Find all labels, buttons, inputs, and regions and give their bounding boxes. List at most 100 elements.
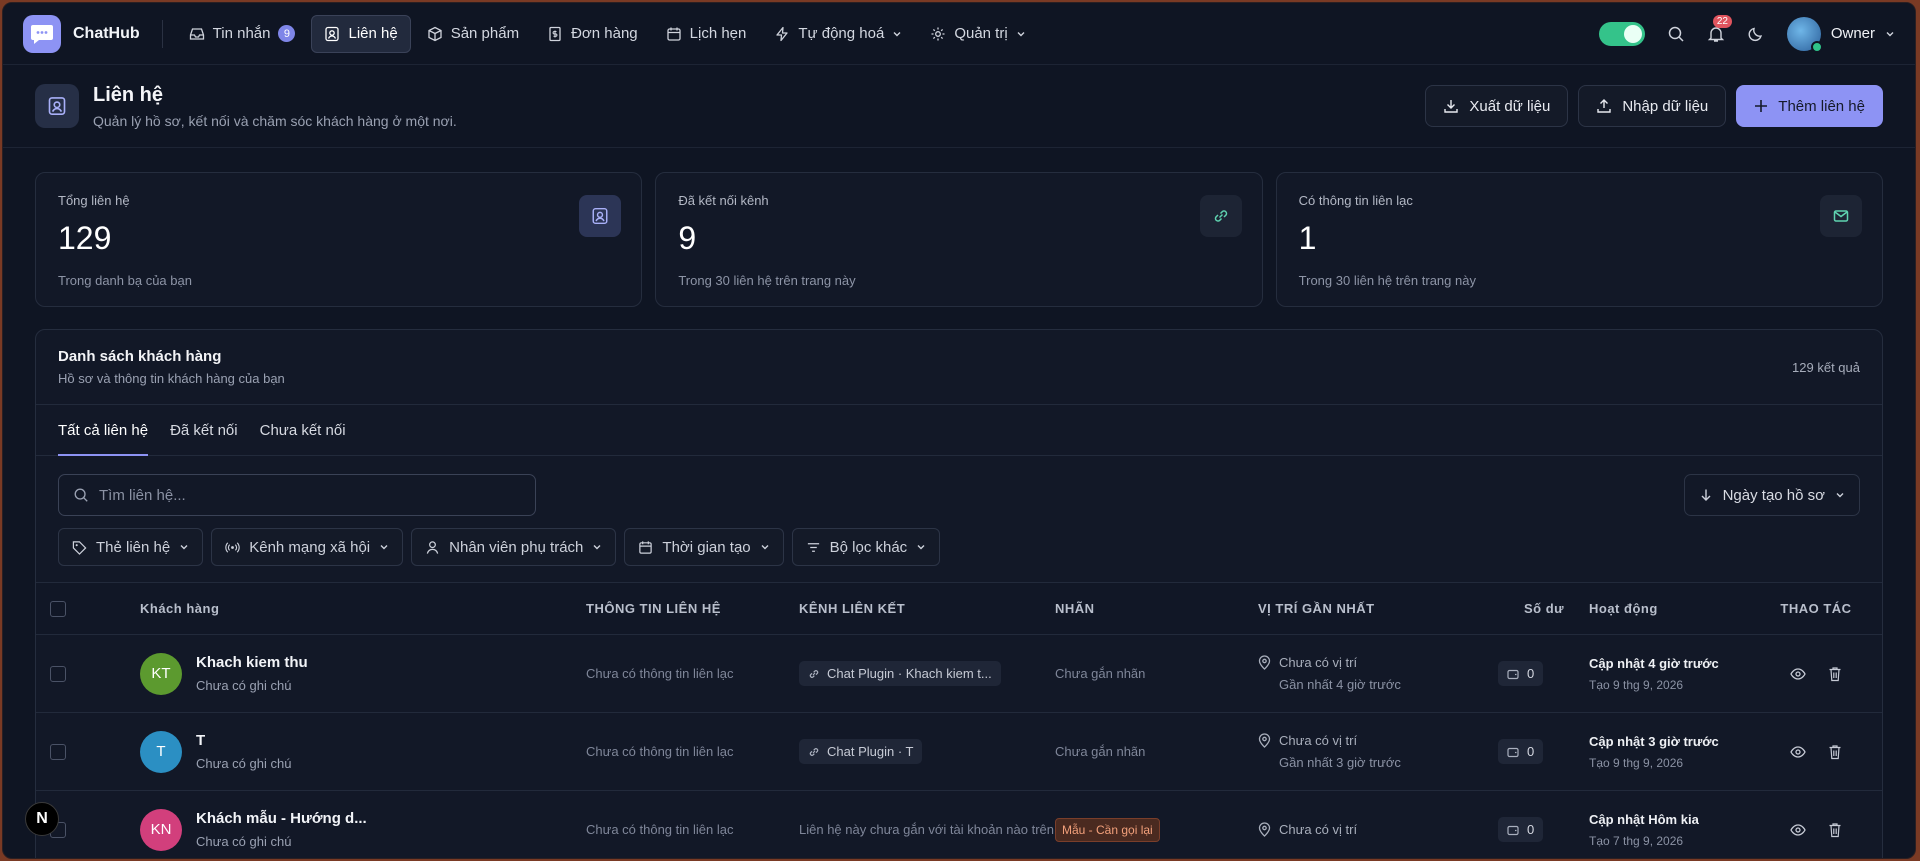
eye-icon[interactable] (1790, 744, 1806, 760)
activity-created: Tạo 9 thg 9, 2026 (1589, 677, 1684, 692)
chevron-down-icon (593, 545, 601, 550)
nav-admin-label: Quản trị (954, 25, 1008, 42)
search-icon[interactable] (1667, 25, 1685, 43)
stat-label: Đã kết nối kênh (678, 193, 769, 208)
filter-contact-tags[interactable]: Thẻ liên hệ (58, 528, 204, 566)
filter-assigned-staff[interactable]: Nhân viên phụ trách (411, 528, 617, 566)
column-header-tag: NHÃN (1055, 601, 1095, 616)
contact-icon (592, 207, 608, 225)
chevron-down-icon (917, 545, 925, 550)
location-text: Chưa có vị trí (1279, 822, 1358, 837)
table-row[interactable]: KT Khach kiem thu Chưa có ghi chú Chưa c… (36, 635, 1882, 713)
stat-note: Trong 30 liên hệ trên trang này (1298, 273, 1476, 288)
filter-label: Thời gian tạo (662, 538, 751, 556)
stat-label: Tổng liên hệ (58, 193, 130, 208)
tab-not-connected[interactable]: Chưa kết nối (260, 405, 346, 455)
import-button[interactable]: Nhập dữ liệu (1578, 85, 1727, 127)
filter-social-channel[interactable]: Kênh mạng xã hội (211, 528, 404, 566)
stat-note: Trong danh bạ của bạn (58, 273, 192, 288)
list-toolbar: Ngày tạo hồ sơ Thẻ liên hệ Kênh mạng xã … (36, 456, 1882, 566)
nav-automation[interactable]: Tự động hoá (762, 15, 914, 53)
column-header-customer[interactable]: Khách hàng (106, 601, 586, 616)
filter-created-time[interactable]: Thời gian tạo (624, 528, 784, 566)
moon-icon[interactable] (1747, 25, 1765, 43)
status-toggle[interactable] (1598, 21, 1645, 46)
select-all-checkbox[interactable] (50, 600, 66, 617)
balance-value: 0 (1527, 744, 1535, 759)
export-button[interactable]: Xuất dữ liệu (1425, 85, 1569, 127)
nav-admin[interactable]: Quản trị (918, 15, 1037, 53)
trash-icon[interactable] (1828, 744, 1842, 760)
calendar-icon (667, 27, 681, 41)
channel-label: Chat Plugin · T (827, 744, 914, 759)
stat-contact-info: Có thông tin liên lạc 1 Trong 30 liên hệ… (1275, 172, 1883, 307)
notifications-button[interactable]: 22 (1707, 14, 1732, 43)
status-badge[interactable]: Mẫu - Cần gọi lại (1055, 817, 1160, 842)
stat-value: 1 (1298, 220, 1317, 256)
channel-unlinked-text: Liên hệ này chưa gắn với tài khoản nào t… (799, 822, 1055, 837)
filter-more[interactable]: Bộ lọc khác (791, 528, 941, 566)
nav-contacts-label: Liên hệ (348, 25, 398, 42)
eye-icon[interactable] (1790, 666, 1806, 682)
column-header-actions: THAO TÁC (1780, 601, 1852, 616)
location-text: Chưa có vị trí (1279, 733, 1358, 748)
page-header: Liên hệ Quản lý hồ sơ, kết nối và chăm s… (3, 65, 1915, 148)
top-navigation: ChatHub Tin nhắn 9 Liên hệ Sản phẩm Đơn … (3, 3, 1915, 65)
map-pin-icon (1258, 822, 1271, 837)
channel-chip[interactable]: Chat Plugin · T (799, 739, 923, 764)
tab-all-contacts[interactable]: Tất cả liên hệ (58, 405, 149, 456)
nav-automation-label: Tự động hoá (798, 25, 885, 42)
customer-name[interactable]: Khach kiem thu (196, 654, 308, 671)
import-label: Nhập dữ liệu (1622, 97, 1709, 115)
channel-chip[interactable]: Chat Plugin · Khach kiem t... (799, 661, 1001, 686)
column-header-channel: KÊNH LIÊN KẾT (799, 601, 906, 616)
contact-icon (325, 26, 340, 41)
page-subtitle: Quản lý hồ sơ, kết nối và chăm sóc khách… (93, 112, 457, 129)
upload-icon (1597, 99, 1612, 113)
nav-appointments[interactable]: Lịch hẹn (654, 15, 759, 53)
gear-icon (931, 27, 945, 40)
location-time: Gần nhất 4 giờ trước (1279, 677, 1401, 692)
chathub-logo[interactable] (23, 14, 61, 53)
trash-icon[interactable] (1828, 666, 1842, 682)
trash-icon[interactable] (1828, 822, 1842, 838)
row-checkbox[interactable] (50, 665, 66, 682)
customer-name[interactable]: T (196, 732, 291, 749)
chat-bubble-icon (31, 24, 53, 44)
nav-products[interactable]: Sản phẩm (415, 15, 531, 53)
sort-label: Ngày tạo hồ sơ (1722, 486, 1825, 504)
nav-messages[interactable]: Tin nhắn 9 (177, 15, 308, 53)
tab-connected[interactable]: Đã kết nối (170, 405, 238, 455)
link-icon (809, 669, 819, 678)
chevron-down-icon (1886, 31, 1894, 36)
sort-dropdown[interactable]: Ngày tạo hồ sơ (1683, 474, 1860, 516)
customer-list-card: Danh sách khách hàng Hồ sơ và thông tin … (35, 329, 1883, 858)
activity-updated: Cập nhật 4 giờ trước (1589, 655, 1719, 671)
customer-name[interactable]: Khách mẫu - Hướng d... (196, 810, 367, 827)
dev-tools-button[interactable]: N (25, 802, 59, 836)
user-menu[interactable]: Owner (1786, 16, 1895, 53)
stat-value: 129 (58, 220, 112, 256)
card-title: Danh sách khách hàng (58, 348, 222, 365)
filter-label: Thẻ liên hệ (96, 538, 171, 556)
avatar (1786, 16, 1823, 53)
search-icon (74, 488, 88, 502)
table-row[interactable]: KN Khách mẫu - Hướng d... Chưa có ghi ch… (36, 791, 1882, 858)
table-row[interactable]: T T Chưa có ghi chú Chưa có thông tin li… (36, 713, 1882, 791)
eye-icon[interactable] (1790, 822, 1806, 838)
page-title: Liên hệ (93, 83, 164, 106)
activity-created: Tạo 7 thg 9, 2026 (1589, 833, 1684, 848)
row-checkbox[interactable] (50, 743, 66, 760)
plus-icon (1755, 100, 1768, 112)
tag-empty: Chưa gắn nhãn (1055, 666, 1146, 681)
customer-note: Chưa có ghi chú (196, 756, 292, 771)
app-window: ChatHub Tin nhắn 9 Liên hệ Sản phẩm Đơn … (2, 2, 1916, 859)
add-contact-button[interactable]: Thêm liên hệ (1736, 85, 1883, 127)
channel-label: Chat Plugin · Khach kiem t... (827, 666, 992, 681)
nav-orders[interactable]: Đơn hàng (535, 15, 650, 53)
nav-contacts[interactable]: Liên hệ (311, 14, 411, 53)
search-input[interactable] (99, 486, 499, 504)
brand-name: ChatHub (73, 24, 140, 42)
nav-right-group: 22 Owner (1598, 14, 1895, 53)
location-time: Gần nhất 3 giờ trước (1279, 755, 1401, 770)
